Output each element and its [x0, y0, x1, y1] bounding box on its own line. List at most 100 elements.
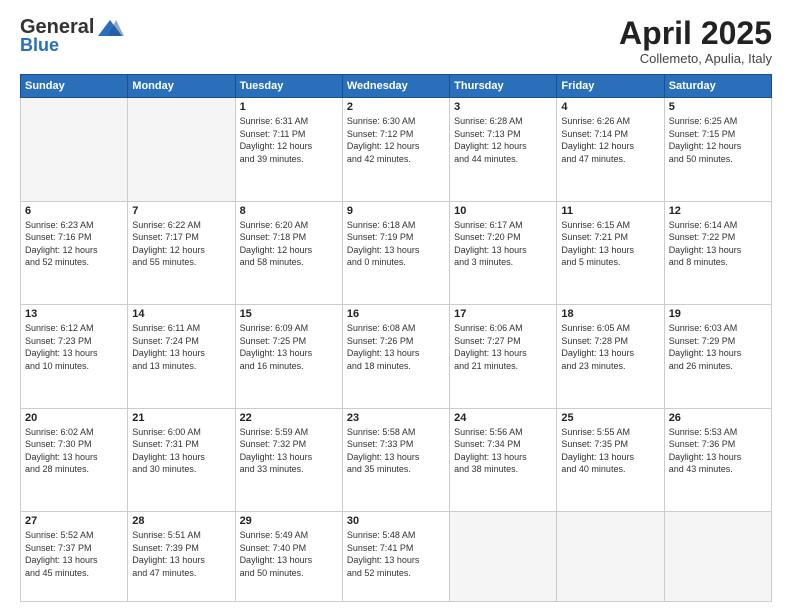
calendar-cell: 24 Sunrise: 5:56 AM Sunset: 7:34 PM Dayli…	[450, 408, 557, 511]
day-number: 18	[561, 308, 659, 320]
day-number: 14	[132, 308, 230, 320]
day-number: 13	[25, 308, 123, 320]
calendar-cell: 22 Sunrise: 5:59 AM Sunset: 7:32 PM Dayli…	[235, 408, 342, 511]
day-info: Sunrise: 6:03 AM Sunset: 7:29 PM Dayligh…	[669, 322, 767, 372]
day-info: Sunrise: 5:49 AM Sunset: 7:40 PM Dayligh…	[240, 529, 338, 579]
day-number: 30	[347, 515, 445, 527]
day-number: 22	[240, 412, 338, 424]
day-info: Sunrise: 6:09 AM Sunset: 7:25 PM Dayligh…	[240, 322, 338, 372]
calendar-cell: 3 Sunrise: 6:28 AM Sunset: 7:13 PM Daylig…	[450, 98, 557, 201]
day-number: 8	[240, 205, 338, 217]
day-number: 2	[347, 101, 445, 113]
day-info: Sunrise: 6:11 AM Sunset: 7:24 PM Dayligh…	[132, 322, 230, 372]
calendar-cell	[664, 511, 771, 601]
day-number: 17	[454, 308, 552, 320]
day-number: 10	[454, 205, 552, 217]
day-info: Sunrise: 6:00 AM Sunset: 7:31 PM Dayligh…	[132, 426, 230, 476]
day-header-saturday: Saturday	[664, 75, 771, 98]
calendar-cell: 11 Sunrise: 6:15 AM Sunset: 7:21 PM Dayli…	[557, 201, 664, 304]
day-number: 16	[347, 308, 445, 320]
day-number: 20	[25, 412, 123, 424]
day-info: Sunrise: 5:48 AM Sunset: 7:41 PM Dayligh…	[347, 529, 445, 579]
calendar-cell	[557, 511, 664, 601]
day-info: Sunrise: 6:30 AM Sunset: 7:12 PM Dayligh…	[347, 115, 445, 165]
calendar-cell: 9Sunrise: 6:18 AM Sunset: 7:19 PM Daylig…	[342, 201, 449, 304]
week-row-5: 27 Sunrise: 5:52 AM Sunset: 7:37 PM Dayli…	[21, 511, 772, 601]
calendar-cell: 18 Sunrise: 6:05 AM Sunset: 7:28 PM Dayli…	[557, 305, 664, 408]
day-info: Sunrise: 5:55 AM Sunset: 7:35 PM Dayligh…	[561, 426, 659, 476]
day-number: 3	[454, 101, 552, 113]
calendar-cell: 23Sunrise: 5:58 AM Sunset: 7:33 PM Dayli…	[342, 408, 449, 511]
header: General Blue April 2025 Collemeto, Apuli…	[20, 16, 772, 66]
day-header-wednesday: Wednesday	[342, 75, 449, 98]
day-number: 28	[132, 515, 230, 527]
day-number: 4	[561, 101, 659, 113]
day-info: Sunrise: 6:17 AM Sunset: 7:20 PM Dayligh…	[454, 219, 552, 269]
day-info: Sunrise: 6:05 AM Sunset: 7:28 PM Dayligh…	[561, 322, 659, 372]
calendar-cell: 14 Sunrise: 6:11 AM Sunset: 7:24 PM Dayli…	[128, 305, 235, 408]
day-number: 1	[240, 101, 338, 113]
day-info: Sunrise: 6:28 AM Sunset: 7:13 PM Dayligh…	[454, 115, 552, 165]
day-info: Sunrise: 6:12 AM Sunset: 7:23 PM Dayligh…	[25, 322, 123, 372]
calendar-cell: 10 Sunrise: 6:17 AM Sunset: 7:20 PM Dayli…	[450, 201, 557, 304]
calendar-cell: 16 Sunrise: 6:08 AM Sunset: 7:26 PM Dayli…	[342, 305, 449, 408]
calendar-cell: 2 Sunrise: 6:30 AM Sunset: 7:12 PM Daylig…	[342, 98, 449, 201]
day-number: 5	[669, 101, 767, 113]
page: General Blue April 2025 Collemeto, Apuli…	[0, 0, 792, 612]
day-number: 24	[454, 412, 552, 424]
week-row-1: 1 Sunrise: 6:31 AM Sunset: 7:11 PM Daylig…	[21, 98, 772, 201]
calendar-cell: 6 Sunrise: 6:23 AM Sunset: 7:16 PM Daylig…	[21, 201, 128, 304]
calendar-cell: 13 Sunrise: 6:12 AM Sunset: 7:23 PM Dayli…	[21, 305, 128, 408]
day-info: Sunrise: 6:02 AM Sunset: 7:30 PM Dayligh…	[25, 426, 123, 476]
calendar-cell: 28 Sunrise: 5:51 AM Sunset: 7:39 PM Dayli…	[128, 511, 235, 601]
calendar-cell	[21, 98, 128, 201]
day-info: Sunrise: 6:23 AM Sunset: 7:16 PM Dayligh…	[25, 219, 123, 269]
day-info: Sunrise: 5:51 AM Sunset: 7:39 PM Dayligh…	[132, 529, 230, 579]
day-number: 23	[347, 412, 445, 424]
day-header-monday: Monday	[128, 75, 235, 98]
calendar-cell: 29Sunrise: 5:49 AM Sunset: 7:40 PM Dayli…	[235, 511, 342, 601]
day-info: Sunrise: 6:22 AM Sunset: 7:17 PM Dayligh…	[132, 219, 230, 269]
title-block: April 2025 Collemeto, Apulia, Italy	[619, 16, 772, 66]
calendar-cell	[128, 98, 235, 201]
day-info: Sunrise: 5:59 AM Sunset: 7:32 PM Dayligh…	[240, 426, 338, 476]
day-number: 21	[132, 412, 230, 424]
calendar-cell: 19 Sunrise: 6:03 AM Sunset: 7:29 PM Dayli…	[664, 305, 771, 408]
week-row-3: 13 Sunrise: 6:12 AM Sunset: 7:23 PM Dayli…	[21, 305, 772, 408]
logo-icon	[96, 18, 124, 38]
day-number: 11	[561, 205, 659, 217]
day-number: 6	[25, 205, 123, 217]
day-info: Sunrise: 6:08 AM Sunset: 7:26 PM Dayligh…	[347, 322, 445, 372]
calendar-cell: 25Sunrise: 5:55 AM Sunset: 7:35 PM Dayli…	[557, 408, 664, 511]
logo: General Blue	[20, 16, 124, 56]
day-info: Sunrise: 5:52 AM Sunset: 7:37 PM Dayligh…	[25, 529, 123, 579]
logo-blue: Blue	[20, 35, 59, 56]
day-number: 9	[347, 205, 445, 217]
day-info: Sunrise: 5:56 AM Sunset: 7:34 PM Dayligh…	[454, 426, 552, 476]
day-info: Sunrise: 6:25 AM Sunset: 7:15 PM Dayligh…	[669, 115, 767, 165]
calendar-cell: 5 Sunrise: 6:25 AM Sunset: 7:15 PM Daylig…	[664, 98, 771, 201]
day-header-friday: Friday	[557, 75, 664, 98]
calendar-table: SundayMondayTuesdayWednesdayThursdayFrid…	[20, 74, 772, 602]
calendar-cell: 30 Sunrise: 5:48 AM Sunset: 7:41 PM Dayli…	[342, 511, 449, 601]
day-number: 15	[240, 308, 338, 320]
calendar-cell: 12Sunrise: 6:14 AM Sunset: 7:22 PM Dayli…	[664, 201, 771, 304]
calendar-cell: 1 Sunrise: 6:31 AM Sunset: 7:11 PM Daylig…	[235, 98, 342, 201]
day-number: 7	[132, 205, 230, 217]
calendar-cell: 21 Sunrise: 6:00 AM Sunset: 7:31 PM Dayli…	[128, 408, 235, 511]
calendar-header-row: SundayMondayTuesdayWednesdayThursdayFrid…	[21, 75, 772, 98]
day-info: Sunrise: 6:20 AM Sunset: 7:18 PM Dayligh…	[240, 219, 338, 269]
day-number: 19	[669, 308, 767, 320]
month-title: April 2025	[619, 16, 772, 51]
day-number: 27	[25, 515, 123, 527]
day-info: Sunrise: 6:31 AM Sunset: 7:11 PM Dayligh…	[240, 115, 338, 165]
day-info: Sunrise: 5:53 AM Sunset: 7:36 PM Dayligh…	[669, 426, 767, 476]
day-header-sunday: Sunday	[21, 75, 128, 98]
calendar-cell: 8 Sunrise: 6:20 AM Sunset: 7:18 PM Daylig…	[235, 201, 342, 304]
week-row-2: 6 Sunrise: 6:23 AM Sunset: 7:16 PM Daylig…	[21, 201, 772, 304]
day-number: 12	[669, 205, 767, 217]
day-info: Sunrise: 6:15 AM Sunset: 7:21 PM Dayligh…	[561, 219, 659, 269]
day-header-thursday: Thursday	[450, 75, 557, 98]
calendar-body: 1 Sunrise: 6:31 AM Sunset: 7:11 PM Daylig…	[21, 98, 772, 602]
calendar-cell	[450, 511, 557, 601]
